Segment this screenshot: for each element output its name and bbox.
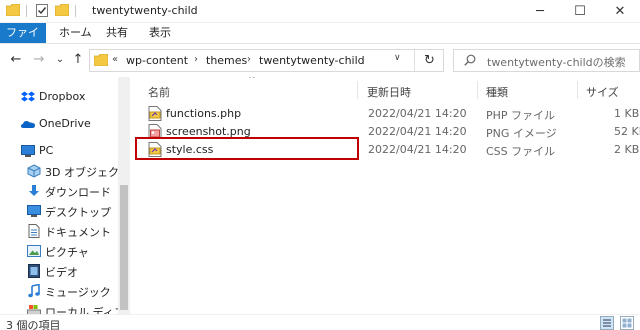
sort-indicator-icon: ^ <box>248 77 256 85</box>
minimize-button[interactable]: ─ <box>520 0 560 23</box>
breadcrumb-themes[interactable]: themes <box>206 54 247 67</box>
tab-home[interactable]: ホーム <box>50 23 101 43</box>
navigation-pane: Dropbox OneDrive PC 3D オブジェクト ダウンロード デスク… <box>0 77 130 314</box>
file-date: 2022/04/21 14:20 <box>368 143 467 156</box>
recent-locations-button[interactable]: ⌄ <box>52 52 68 68</box>
properties-icon[interactable] <box>36 4 48 17</box>
column-header-type[interactable]: 種類 <box>486 84 508 100</box>
file-size: 1 KB <box>614 107 640 120</box>
sidebar-item-label: ピクチャ <box>45 246 89 259</box>
sidebar-item-label: PC <box>39 144 54 157</box>
back-button[interactable]: ← <box>8 52 24 68</box>
3d-objects-icon <box>27 164 41 178</box>
search-input[interactable]: twentytwenty-childの検索 <box>453 49 640 72</box>
column-header-size[interactable]: サイズ <box>586 84 619 100</box>
file-name: functions.php <box>166 107 242 120</box>
file-date: 2022/04/21 14:20 <box>368 125 467 138</box>
sidebar-item-label: OneDrive <box>39 117 91 130</box>
forward-button[interactable]: → <box>31 52 47 68</box>
file-type: CSS ファイル <box>486 145 556 158</box>
search-placeholder: twentytwenty-childの検索 <box>487 56 626 69</box>
sidebar-item-label: デスクトップ <box>45 206 111 219</box>
file-size: 2 KB <box>614 143 640 156</box>
address-bar[interactable]: « wp-content › themes › twentytwenty-chi… <box>89 49 444 72</box>
sidebar-item-documents[interactable]: ドキュメント <box>0 222 118 240</box>
navigation-bar: ← → ⌄ ↑ « wp-content › themes › twentytw… <box>0 44 640 77</box>
close-button[interactable]: ✕ <box>600 0 640 23</box>
dropbox-icon <box>21 91 35 102</box>
onedrive-icon <box>21 121 35 128</box>
breadcrumb-wp-content[interactable]: wp-content <box>126 54 188 67</box>
sidebar-item-label: ビデオ <box>45 266 78 279</box>
file-type: PNG イメージ <box>486 127 557 140</box>
item-count: 3 個の項目 <box>6 319 61 330</box>
tab-share[interactable]: 共有 <box>97 23 137 43</box>
sidebar-item-label: Dropbox <box>39 90 86 103</box>
tab-file[interactable]: ファイル <box>0 23 46 59</box>
address-dropdown-icon[interactable]: ∨ <box>394 53 401 63</box>
file-size: 52 KB <box>614 125 640 138</box>
video-icon <box>28 264 40 278</box>
sidebar-item-3d-objects[interactable]: 3D オブジェクト <box>0 162 130 180</box>
sidebar-item-videos[interactable]: ビデオ <box>0 262 118 280</box>
details-view-icon <box>603 319 611 327</box>
breadcrumb-separator[interactable]: › <box>247 54 251 65</box>
desktop-icon <box>27 205 41 217</box>
tab-view[interactable]: 表示 <box>140 23 180 43</box>
folder-icon <box>6 4 20 16</box>
scrollbar-thumb[interactable] <box>120 185 128 310</box>
folder-icon <box>94 54 108 66</box>
breadcrumb-overflow[interactable]: « <box>112 54 118 65</box>
sidebar-item-label: ダウンロード <box>45 186 111 199</box>
column-divider[interactable] <box>357 81 358 99</box>
navigation-pane-scrollbar[interactable] <box>118 77 130 314</box>
large-icons-view-icon <box>622 318 632 328</box>
pc-icon <box>21 145 35 157</box>
documents-icon <box>28 224 40 238</box>
sidebar-item-music[interactable]: ミュージック <box>0 282 118 300</box>
sidebar-item-label: ドキュメント <box>45 226 111 239</box>
column-header-date[interactable]: 更新日時 <box>367 84 411 100</box>
toolbar-separator <box>75 5 76 17</box>
table-row[interactable]: functions.php 2022/04/21 14:20 PHP ファイル … <box>140 105 640 123</box>
pictures-icon <box>27 245 41 257</box>
large-icons-view-button[interactable] <box>620 316 634 330</box>
sidebar-item-onedrive[interactable]: OneDrive <box>0 115 118 133</box>
refresh-button[interactable]: ↻ <box>414 50 444 71</box>
sidebar-item-label: ミュージック <box>45 286 111 299</box>
window-title: twentytwenty-child <box>92 4 198 17</box>
download-icon <box>29 185 39 196</box>
toolbar-separator <box>26 5 27 17</box>
file-date: 2022/04/21 14:20 <box>368 107 467 120</box>
music-icon <box>28 284 40 298</box>
column-divider[interactable] <box>577 81 578 99</box>
breadcrumb-separator[interactable]: › <box>194 54 198 65</box>
sidebar-item-dropbox[interactable]: Dropbox <box>0 88 118 106</box>
sidebar-item-local-disk[interactable]: ローカル ディスク (C <box>0 302 130 314</box>
status-bar: 3 個の項目 <box>0 314 640 330</box>
column-divider[interactable] <box>477 81 478 99</box>
ribbon-tabs: ファイル ホーム 共有 表示 <box>0 23 640 59</box>
new-folder-icon[interactable] <box>55 4 69 16</box>
breadcrumb-twentytwenty-child[interactable]: twentytwenty-child <box>259 54 365 67</box>
search-icon <box>464 54 476 66</box>
sidebar-item-pictures[interactable]: ピクチャ <box>0 242 118 260</box>
up-button[interactable]: ↑ <box>70 52 86 68</box>
highlight-box <box>135 137 359 160</box>
sidebar-item-pc[interactable]: PC <box>0 142 118 160</box>
column-header-name[interactable]: 名前 <box>148 84 170 100</box>
title-bar: twentytwenty-child ─ ☐ ✕ <box>0 0 640 23</box>
php-file-icon <box>148 106 162 121</box>
file-list: ^ 名前 更新日時 種類 サイズ functions.php 2022/04/2… <box>131 77 640 314</box>
sidebar-item-desktop[interactable]: デスクトップ <box>0 202 118 220</box>
maximize-button[interactable]: ☐ <box>560 0 600 23</box>
local-disk-icon <box>27 305 41 314</box>
details-view-button[interactable] <box>600 316 614 330</box>
file-type: PHP ファイル <box>486 109 556 122</box>
sidebar-item-downloads[interactable]: ダウンロード <box>0 182 118 200</box>
